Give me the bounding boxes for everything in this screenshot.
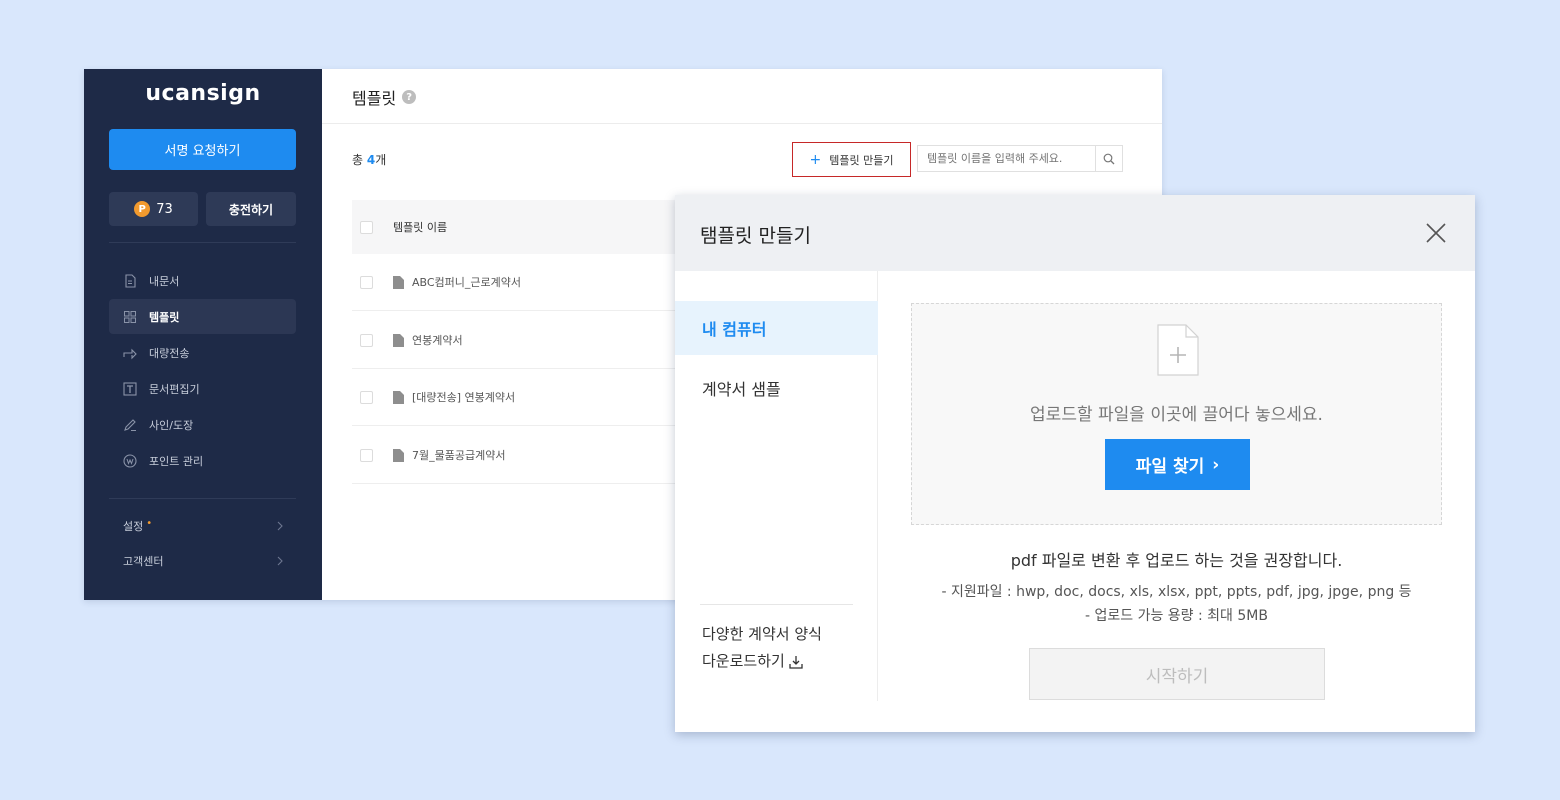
download-icon — [789, 655, 803, 669]
sidebar-divider — [109, 242, 296, 243]
point-coin-icon — [123, 453, 137, 468]
select-all-checkbox[interactable] — [360, 220, 373, 234]
template-name: 7월_물품공급계약서 — [412, 449, 506, 462]
start-button[interactable]: 시작하기 — [1029, 648, 1325, 700]
help-icon[interactable]: ? — [402, 90, 417, 104]
template-count: 총 4개 — [352, 153, 387, 167]
sidebar-item-templates[interactable]: 템플릿 — [109, 299, 296, 334]
sidebar-item-customer-center[interactable]: 고객센터 — [109, 546, 296, 576]
add-file-icon — [1157, 324, 1199, 376]
sidebar-item-bulk-send[interactable]: 대량전송 — [109, 335, 296, 370]
page-title-text: 템플릿 — [352, 89, 397, 108]
sidebar-item-point-management[interactable]: 포인트 관리 — [109, 443, 296, 478]
template-count-value: 4 — [366, 153, 376, 167]
template-search — [917, 145, 1123, 172]
modal-header: 탬플릿 만들기 — [675, 195, 1475, 271]
sidebar-item-label: 포인트 관리 — [149, 454, 204, 468]
charge-button[interactable]: 충전하기 — [206, 192, 296, 226]
chevron-right-icon — [277, 556, 283, 566]
customer-center-label: 고객센터 — [123, 555, 164, 568]
file-drop-zone[interactable]: 업로드할 파일을 이곳에 끌어다 놓으세요. 파일 찾기 › — [911, 303, 1442, 525]
download-link-line2: 다운로드하기 — [702, 652, 785, 670]
sidebar-item-sign-stamp[interactable]: 사인/도장 — [109, 407, 296, 442]
notification-dot: • — [146, 518, 153, 529]
sidebar-item-label: 템플릿 — [149, 310, 180, 324]
file-icon — [393, 448, 404, 462]
modal-title: 탬플릿 만들기 — [700, 225, 811, 247]
sidebar-item-label: 사인/도장 — [149, 418, 194, 432]
pdf-recommendation: pdf 파일로 변환 후 업로드 하는 것을 권장합니다. — [1010, 551, 1343, 570]
pen-icon — [124, 418, 136, 431]
find-file-button[interactable]: 파일 찾기 › — [1105, 439, 1250, 490]
row-checkbox[interactable] — [360, 275, 373, 289]
template-grid-icon — [124, 310, 136, 323]
document-icon — [125, 273, 136, 288]
sidebar-divider — [109, 498, 296, 499]
share-arrow-icon — [123, 348, 137, 359]
search-icon — [1103, 153, 1115, 164]
sidebar-item-settings[interactable]: 설정 • — [109, 511, 296, 541]
column-header-template-name: 템플릿 이름 — [393, 221, 448, 234]
search-input[interactable] — [918, 146, 1095, 171]
row-checkbox[interactable] — [360, 390, 373, 404]
create-template-modal: 탬플릿 만들기 내 컴퓨터 계약서 샘플 다양한 계약서 양식 다운로드하기 업… — [675, 195, 1475, 732]
modal-source-tabs: 내 컴퓨터 계약서 샘플 다양한 계약서 양식 다운로드하기 — [675, 271, 878, 701]
find-file-label: 파일 찾기 — [1135, 457, 1205, 477]
template-name: [대량전송] 연봉계약서 — [412, 391, 516, 404]
row-checkbox[interactable] — [360, 448, 373, 462]
sidebar: ucansign 서명 요청하기 P 73 충전하기 내문서 템플릿 대량전송 … — [84, 69, 322, 600]
create-template-label: 템플릿 만들기 — [829, 153, 894, 167]
close-icon[interactable] — [1425, 222, 1447, 244]
sidebar-item-label: 대량전송 — [149, 346, 190, 360]
file-icon — [393, 275, 404, 289]
plus-icon: + — [809, 151, 822, 168]
header-divider — [322, 123, 1162, 124]
sidebar-item-document-editor[interactable]: 문서편집기 — [109, 371, 296, 406]
sidebar-item-my-documents[interactable]: 내문서 — [109, 263, 296, 298]
chevron-right-icon: › — [1212, 454, 1220, 475]
supported-files-info: - 지원파일 : hwp, doc, docs, xls, xlsx, ppt,… — [941, 584, 1412, 600]
tab-contract-samples[interactable]: 계약서 샘플 — [675, 361, 878, 415]
row-checkbox[interactable] — [360, 333, 373, 347]
point-badge-icon: P — [134, 201, 151, 217]
settings-label: 설정 — [123, 520, 144, 533]
tab-divider — [700, 604, 853, 605]
chevron-right-icon — [277, 521, 283, 531]
upload-capacity-info: - 업로드 가능 용량 : 최대 5MB — [1085, 608, 1268, 624]
points-display[interactable]: P 73 — [109, 192, 198, 226]
request-signature-button[interactable]: 서명 요청하기 — [109, 129, 296, 170]
search-button[interactable] — [1095, 146, 1122, 171]
points-value: 73 — [156, 201, 173, 217]
tab-my-computer[interactable]: 내 컴퓨터 — [675, 301, 878, 355]
page-title: 템플릿 ? — [352, 85, 417, 109]
ucansign-logo[interactable]: ucansign — [84, 81, 322, 106]
create-template-button[interactable]: + 템플릿 만들기 — [792, 142, 911, 177]
sidebar-item-label: 내문서 — [149, 274, 180, 288]
drop-instruction: 업로드할 파일을 이곳에 끌어다 놓으세요. — [1030, 405, 1323, 425]
download-templates-link[interactable]: 다양한 계약서 양식 다운로드하기 — [702, 621, 872, 675]
file-icon — [393, 333, 404, 347]
download-link-line1: 다양한 계약서 양식 — [702, 625, 822, 643]
text-editor-icon — [123, 381, 137, 396]
sidebar-item-label: 문서편집기 — [149, 382, 200, 396]
template-name: ABC컴퍼니_근로계약서 — [412, 276, 522, 289]
template-name: 연봉계약서 — [412, 334, 463, 347]
file-icon — [393, 390, 404, 404]
